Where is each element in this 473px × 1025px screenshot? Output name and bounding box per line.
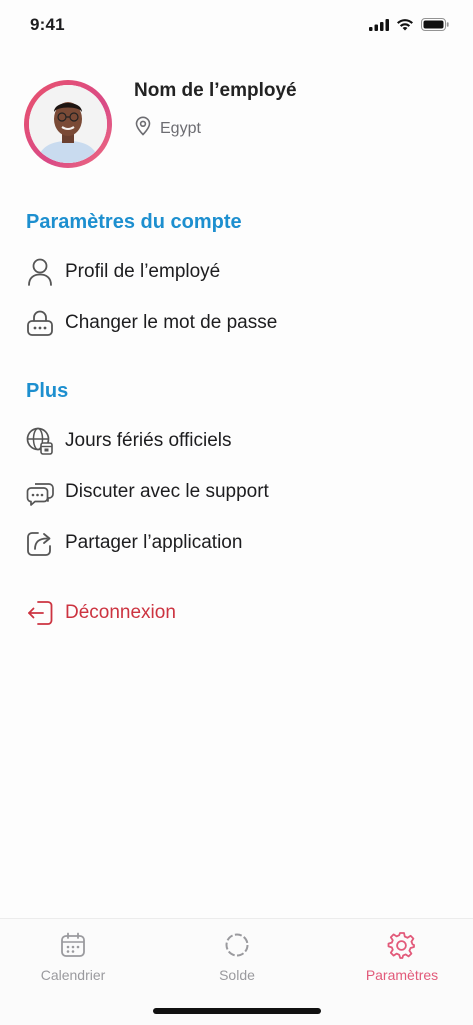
- menu-label: Jours fériés officiels: [65, 430, 232, 451]
- status-time: 9:41: [30, 15, 65, 34]
- employee-name: Nom de l’employé: [134, 80, 297, 101]
- profile-header: Nom de l’employé Egypt: [24, 80, 444, 170]
- tab-label: Solde: [219, 967, 255, 983]
- share-icon: [24, 527, 56, 559]
- menu-item-employee-profile[interactable]: Profil de l’employé: [24, 252, 444, 292]
- menu-label: Profil de l’employé: [65, 261, 221, 282]
- logout-icon: [24, 597, 56, 629]
- tab-settings[interactable]: Paramètres: [332, 929, 472, 989]
- section-title-account: Paramètres du compte: [26, 211, 242, 233]
- lock-icon: [24, 307, 56, 339]
- employee-country: Egypt: [160, 119, 201, 137]
- menu-item-public-holidays[interactable]: Jours fériés officiels: [24, 421, 444, 461]
- tab-balance[interactable]: Solde: [167, 929, 307, 989]
- person-icon: [24, 256, 56, 288]
- gear-icon: [332, 929, 472, 961]
- balance-ring-icon: [167, 929, 307, 961]
- logout-button[interactable]: Déconnexion: [24, 593, 444, 633]
- status-bar: 9:41: [0, 0, 473, 52]
- tab-label: Calendrier: [40, 967, 106, 983]
- avatar: [29, 85, 107, 163]
- section-title-more: Plus: [26, 380, 69, 402]
- status-icons: [369, 18, 449, 31]
- menu-label: Discuter avec le support: [65, 481, 269, 502]
- calendar-icon: [3, 929, 143, 961]
- chat-bubbles-icon: [24, 476, 56, 508]
- menu-label: Partager l’application: [65, 532, 243, 553]
- globe-calendar-icon: [24, 425, 56, 457]
- menu-label: Changer le mot de passe: [65, 312, 278, 333]
- battery-icon: [421, 18, 449, 31]
- location-pin-icon: [134, 116, 152, 141]
- signal-icon: [369, 18, 389, 31]
- avatar-ring: [24, 80, 112, 168]
- wifi-icon: [396, 18, 414, 31]
- menu-item-change-password[interactable]: Changer le mot de passe: [24, 303, 444, 343]
- logout-label: Déconnexion: [65, 602, 176, 623]
- tab-label: Paramètres: [365, 967, 439, 983]
- menu-item-share-app[interactable]: Partager l’application: [24, 523, 444, 563]
- location-row: Egypt: [134, 116, 201, 141]
- tab-calendar[interactable]: Calendrier: [3, 929, 143, 989]
- menu-item-chat-support[interactable]: Discuter avec le support: [24, 472, 444, 512]
- home-indicator[interactable]: [153, 1008, 321, 1014]
